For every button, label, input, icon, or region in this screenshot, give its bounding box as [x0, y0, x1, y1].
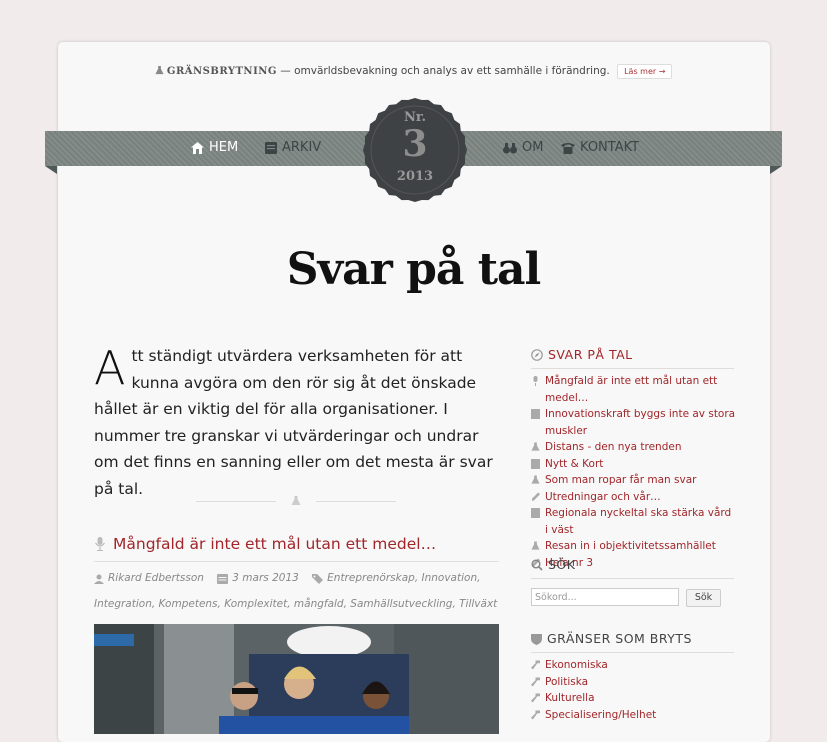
document-icon — [531, 508, 540, 518]
hammer-icon — [531, 693, 540, 703]
widget-title-text: GRÄNSER SOM BRYTS — [547, 631, 692, 646]
sidebar-article-item[interactable]: Mångfald är inte ett mål utan ett medel… — [531, 373, 736, 406]
post-meta: Rikard Edbertsson 3 mars 2013 Entreprenö… — [94, 567, 499, 616]
page-title: Svar på tal — [286, 244, 542, 295]
flask-icon — [155, 66, 164, 75]
nav-label: KONTAKT — [580, 140, 640, 155]
ribbon-fold-left — [45, 166, 57, 174]
sidebar-category-item[interactable]: Ekonomiska — [531, 657, 736, 674]
site-tagline: GRÄNSBRYTNING — omvärldsbevakning och an… — [0, 64, 827, 79]
photo-illustration — [94, 624, 499, 734]
sidebar-article-item[interactable]: Resan in i objektivitetssamhället — [531, 538, 736, 555]
divider-right — [316, 501, 396, 502]
sidebar-article-item[interactable]: Regionala nyckeltal ska stärka vård i vä… — [531, 505, 736, 538]
home-icon — [191, 141, 204, 154]
binoculars-icon — [503, 142, 517, 153]
widget-title-issue: SVAR PÅ TAL — [531, 347, 633, 362]
post-tags-line2[interactable]: Integration, Kompetens, Komplexitet, mån… — [94, 598, 497, 610]
borders-list: Ekonomiska Politiska Kulturella Speciali… — [531, 657, 736, 723]
post-tags-line1: Entreprenörskap, Innovation, — [327, 572, 481, 584]
calendar-icon — [217, 573, 229, 584]
post-tags[interactable]: Entreprenörskap, Innovation, — [312, 567, 480, 590]
post-title-text: Mångfald är inte ett mål utan ett medel… — [113, 535, 437, 553]
widget-title-borders: GRÄNSER SOM BRYTS — [531, 631, 692, 646]
flask-icon — [531, 475, 540, 484]
dropcap: A — [94, 341, 126, 395]
intro-paragraph: Att ständigt utvärdera verksamheten för … — [94, 343, 499, 502]
widget-title-text: SVAR PÅ TAL — [548, 347, 633, 362]
divider-left — [196, 501, 276, 502]
sidebar-article-item[interactable]: Innovationskraft byggs inte av stora mus… — [531, 406, 736, 439]
sidebar-article-item[interactable]: Som man ropar får man svar — [531, 472, 736, 489]
flask-icon — [291, 496, 301, 505]
pencil-icon — [531, 492, 540, 501]
flask-icon — [531, 541, 540, 550]
microphone-icon — [95, 537, 105, 551]
nav-label: HEM — [209, 140, 239, 155]
nav-label: OM — [522, 140, 544, 155]
post-author[interactable]: Rikard Edbertsson — [94, 567, 204, 590]
nav-item-arkiv[interactable]: ARKIV — [265, 140, 321, 155]
compass-icon — [531, 348, 543, 361]
user-icon — [94, 574, 104, 584]
ribbon-fold-right — [770, 166, 782, 174]
nav-item-hem[interactable]: HEM — [191, 140, 238, 155]
post-title-link[interactable]: Mångfald är inte ett mål utan ett medel… — [94, 535, 436, 553]
read-more-button[interactable]: Läs mer → — [617, 64, 673, 79]
post-featured-image[interactable] — [94, 624, 499, 734]
search-icon — [531, 558, 543, 571]
hammer-icon — [531, 677, 540, 686]
intro-text: tt ständigt utvärdera verksamheten för a… — [94, 347, 493, 498]
seal-number: 3 — [402, 123, 428, 165]
flask-icon — [531, 442, 540, 451]
sidebar-article-item[interactable]: Utredningar och vår… — [531, 489, 736, 506]
widget-title-text: SÖK — [548, 557, 576, 572]
post-title-rule — [94, 561, 499, 562]
issue-articles-list: Mångfald är inte ett mål utan ett medel…… — [531, 373, 736, 571]
site-brand[interactable]: GRÄNSBRYTNING — [167, 66, 277, 77]
document-icon — [531, 409, 540, 419]
tag-icon — [312, 573, 324, 584]
archive-icon — [265, 141, 277, 154]
tagline-text: — omvärldsbevakning och analys av ett sa… — [276, 65, 610, 77]
nav-item-om[interactable]: OM — [503, 140, 543, 155]
sidebar-category-item[interactable]: Kulturella — [531, 690, 736, 707]
shield-icon — [531, 633, 542, 645]
document-icon — [531, 458, 540, 469]
hammer-icon — [531, 660, 540, 670]
sidebar-category-item[interactable]: Politiska — [531, 674, 736, 691]
widget-rule — [531, 652, 734, 653]
post-author-name: Rikard Edbertsson — [108, 572, 204, 584]
widget-rule — [531, 368, 734, 369]
sidebar-article-item[interactable]: Distans - den nya trenden — [531, 439, 736, 456]
post-date-text: 3 mars 2013 — [232, 572, 299, 584]
search-button[interactable]: Sök — [686, 589, 721, 607]
widget-title-search: SÖK — [531, 557, 575, 572]
search-input[interactable]: Sökord... — [531, 588, 679, 606]
sidebar-category-item[interactable]: Specialisering/Helhet — [531, 707, 736, 724]
phone-icon — [561, 142, 575, 154]
nav-item-kontakt[interactable]: KONTAKT — [561, 140, 639, 155]
microphone-icon — [533, 376, 538, 386]
post-date: 3 mars 2013 — [217, 567, 299, 590]
seal-year: 2013 — [396, 169, 434, 184]
nav-label: ARKIV — [282, 140, 322, 155]
hammer-icon — [531, 710, 540, 719]
widget-rule — [531, 578, 734, 579]
sidebar-article-item[interactable]: Nytt & Kort — [531, 456, 736, 473]
